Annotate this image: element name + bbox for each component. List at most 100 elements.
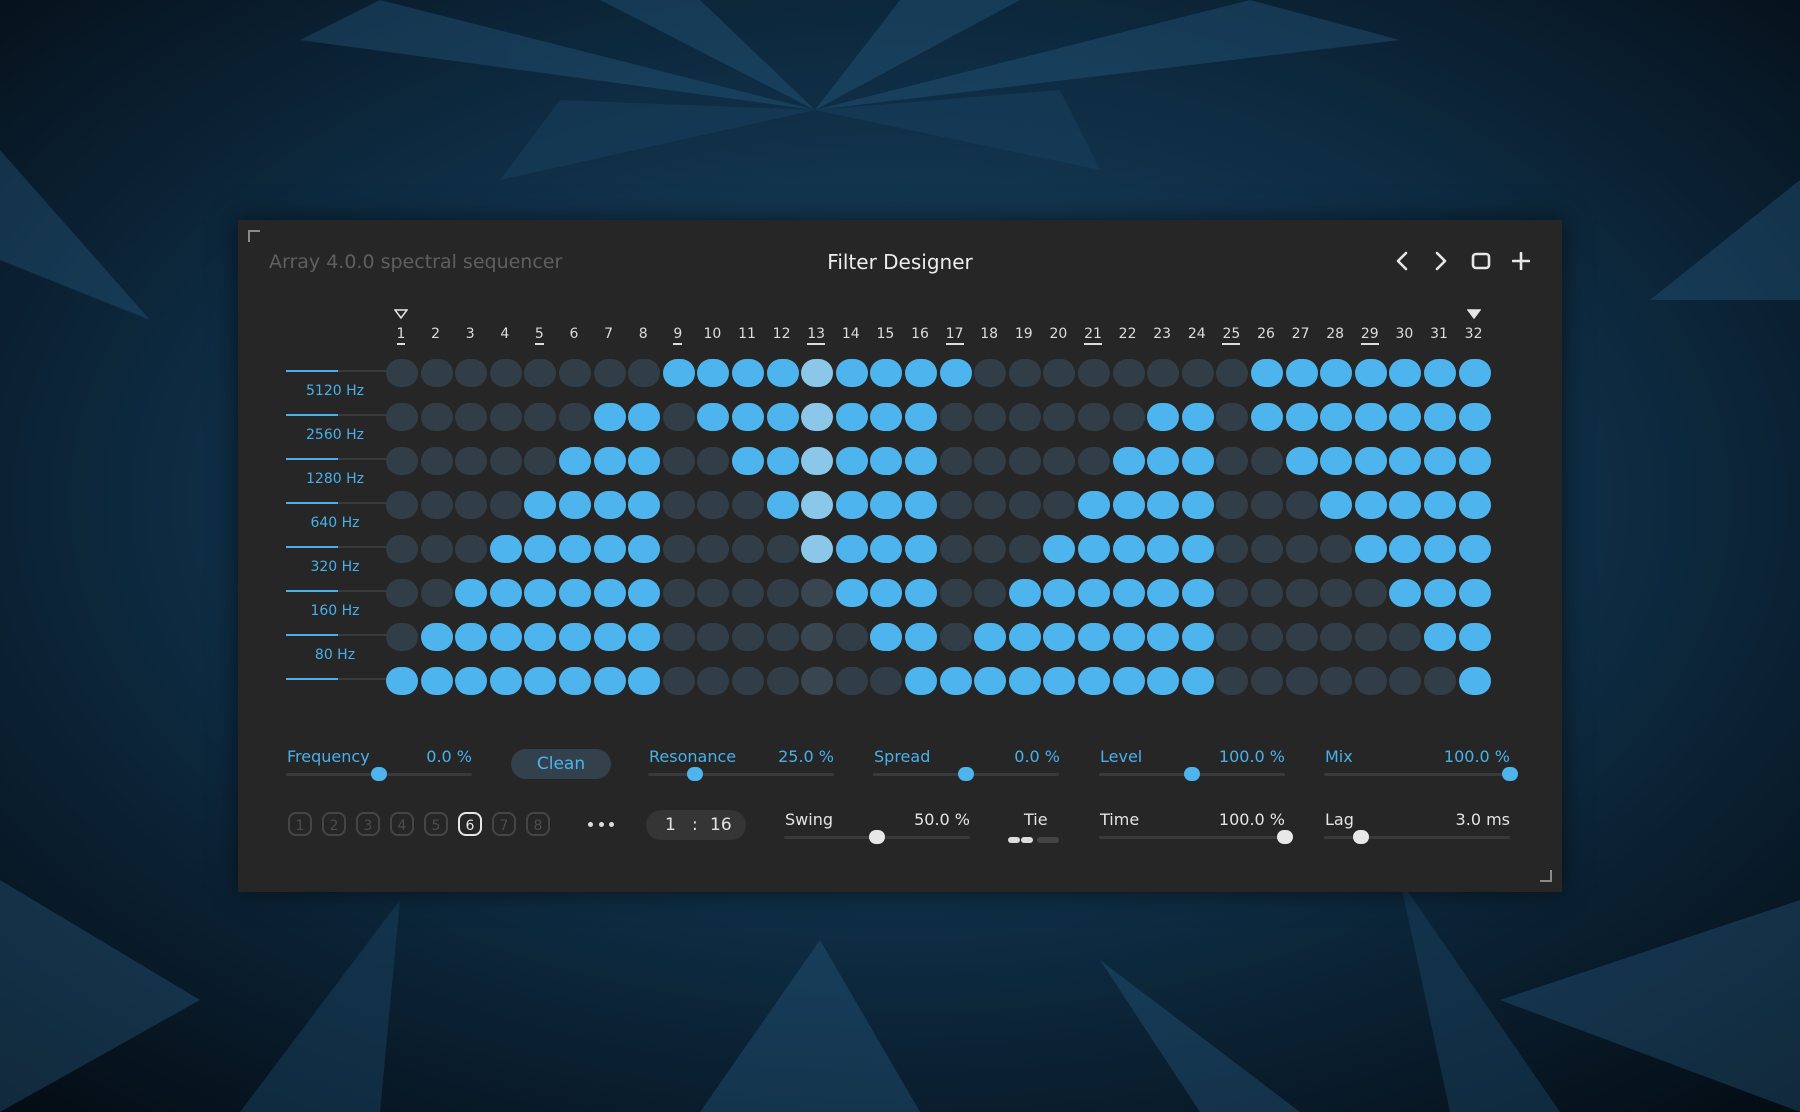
grid-cell[interactable] [559, 623, 591, 651]
grid-cell[interactable] [628, 491, 661, 519]
grid-cell[interactable] [870, 623, 903, 651]
grid-cell[interactable] [1354, 579, 1387, 607]
grid-cell[interactable] [1320, 667, 1353, 695]
grid-cell[interactable] [559, 359, 591, 387]
pattern-button[interactable]: 8 [526, 812, 550, 836]
mix-slider-track[interactable] [1324, 773, 1510, 776]
grid-cell[interactable] [593, 359, 626, 387]
grid-cell[interactable] [524, 447, 557, 475]
grid-cell[interactable] [628, 623, 661, 651]
grid-cell[interactable] [732, 447, 764, 475]
grid-cell[interactable] [1458, 667, 1491, 695]
grid-cell[interactable] [1078, 491, 1110, 519]
spread-slider-thumb[interactable] [958, 767, 974, 781]
grid-cell[interactable] [870, 535, 903, 563]
tie-toggle-segment[interactable] [1008, 837, 1020, 843]
loop-start-marker-icon[interactable] [394, 309, 408, 319]
grid-cell[interactable] [870, 579, 903, 607]
grid-cell[interactable] [386, 579, 418, 607]
resonance-slider-thumb[interactable] [686, 767, 703, 781]
grid-cell[interactable] [1251, 623, 1283, 651]
grid-cell[interactable] [974, 359, 1007, 387]
grid-cell[interactable] [1458, 579, 1491, 607]
step-number[interactable]: 20 [1043, 326, 1073, 342]
step-number[interactable]: 17 [940, 326, 970, 345]
grid-cell[interactable] [593, 667, 626, 695]
grid-cell[interactable] [1251, 359, 1283, 387]
grid-cell[interactable] [905, 535, 937, 563]
grid-cell[interactable] [1251, 403, 1283, 431]
grid-cell[interactable] [1181, 359, 1214, 387]
grid-cell[interactable] [1389, 535, 1422, 563]
grid-cell[interactable] [1424, 403, 1456, 431]
grid-cell[interactable] [835, 491, 868, 519]
grid-cell[interactable] [628, 535, 661, 563]
grid-cell[interactable] [1285, 535, 1318, 563]
grid-cell[interactable] [835, 447, 868, 475]
grid-cell[interactable] [1216, 447, 1249, 475]
grid-cell[interactable] [1285, 579, 1318, 607]
grid-cell[interactable] [732, 623, 764, 651]
grid-cell[interactable] [870, 667, 903, 695]
grid-cell[interactable] [524, 359, 557, 387]
grid-cell[interactable] [1181, 535, 1214, 563]
grid-cell[interactable] [1285, 403, 1318, 431]
grid-cell[interactable] [801, 667, 834, 695]
grid-cell[interactable] [489, 359, 522, 387]
grid-cell[interactable] [870, 403, 903, 431]
grid-cell[interactable] [455, 535, 488, 563]
grid-cell[interactable] [1424, 359, 1456, 387]
time-slider-track[interactable] [1099, 836, 1285, 839]
grid-cell[interactable] [1043, 403, 1076, 431]
step-number[interactable]: 25 [1216, 326, 1246, 345]
step-number[interactable]: 13 [801, 326, 831, 345]
grid-cell[interactable] [1008, 579, 1041, 607]
grid-cell[interactable] [1112, 535, 1145, 563]
grid-cell[interactable] [1043, 535, 1076, 563]
tie-toggle-segment[interactable] [1037, 837, 1059, 843]
step-number[interactable]: 22 [1113, 326, 1143, 342]
grid-cell[interactable] [489, 667, 522, 695]
grid-cell[interactable] [1043, 579, 1076, 607]
grid-cell[interactable] [1147, 403, 1180, 431]
step-rate-field[interactable]: 1 : 16 [646, 810, 746, 840]
grid-cell[interactable] [1043, 491, 1076, 519]
grid-cell[interactable] [489, 447, 522, 475]
level-slider-thumb[interactable] [1184, 767, 1200, 781]
grid-cell[interactable] [1216, 491, 1249, 519]
step-number[interactable]: 23 [1147, 326, 1177, 342]
grid-cell[interactable] [1181, 667, 1214, 695]
grid-cell[interactable] [420, 491, 453, 519]
grid-cell[interactable] [974, 491, 1007, 519]
grid-cell[interactable] [524, 491, 557, 519]
step-number[interactable]: 7 [594, 326, 624, 342]
grid-cell[interactable] [662, 667, 695, 695]
grid-cell[interactable] [1216, 403, 1249, 431]
grid-cell[interactable] [1112, 359, 1145, 387]
step-number[interactable]: 30 [1389, 326, 1419, 342]
grid-cell[interactable] [801, 447, 834, 475]
grid-cell[interactable] [1216, 359, 1249, 387]
grid-cell[interactable] [1078, 403, 1110, 431]
grid-cell[interactable] [905, 359, 937, 387]
grid-cell[interactable] [1147, 535, 1180, 563]
grid-cell[interactable] [1008, 359, 1041, 387]
grid-cell[interactable] [662, 491, 695, 519]
grid-cell[interactable] [905, 403, 937, 431]
grid-cell[interactable] [801, 359, 834, 387]
grid-cell[interactable] [1181, 447, 1214, 475]
grid-cell[interactable] [489, 403, 522, 431]
pattern-button[interactable]: 6 [458, 812, 482, 836]
grid-cell[interactable] [1389, 667, 1422, 695]
grid-cell[interactable] [1112, 403, 1145, 431]
grid-cell[interactable] [1389, 579, 1422, 607]
grid-cell[interactable] [593, 623, 626, 651]
grid-cell[interactable] [1320, 535, 1353, 563]
grid-cell[interactable] [905, 623, 937, 651]
grid-cell[interactable] [766, 535, 799, 563]
grid-cell[interactable] [1458, 491, 1491, 519]
grid-cell[interactable] [1216, 535, 1249, 563]
grid-cell[interactable] [386, 623, 418, 651]
grid-cell[interactable] [524, 579, 557, 607]
grid-cell[interactable] [801, 491, 834, 519]
